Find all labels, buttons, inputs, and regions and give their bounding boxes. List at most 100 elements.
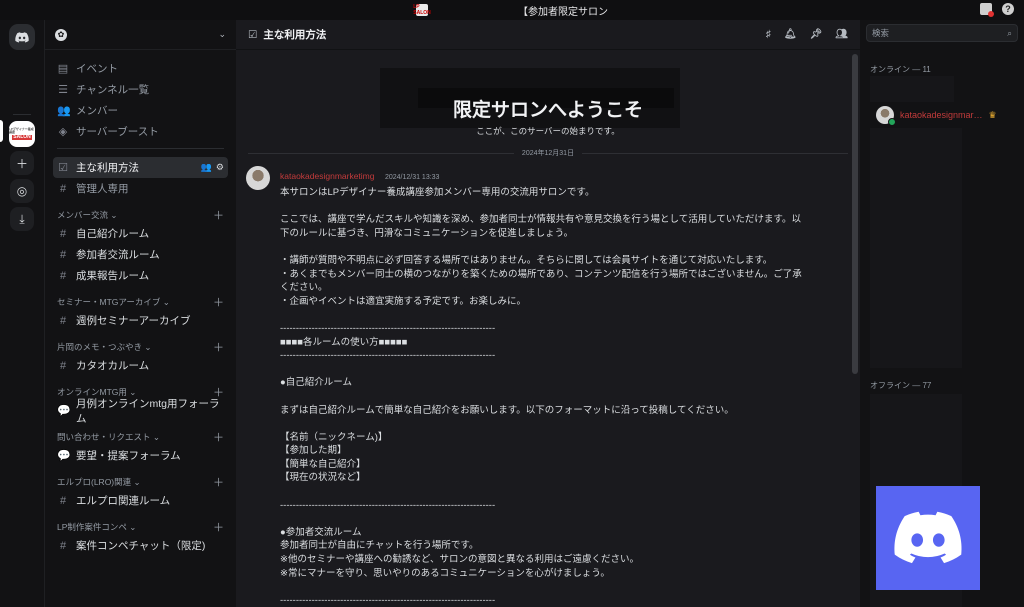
channel-item[interactable]: # 成果報告ルーム — [53, 265, 228, 286]
gear-icon[interactable]: ⚙ — [216, 162, 224, 173]
channel-label: 月例オンラインmtg用フォーラム — [76, 397, 220, 425]
channel-title: 主な利用方法 — [263, 29, 327, 41]
help-icon[interactable]: ? — [1002, 3, 1014, 15]
nav-icon: 👥 — [57, 105, 71, 117]
channel-item[interactable]: 💬 月例オンラインmtg用フォーラム — [53, 398, 228, 425]
message-line: ●参加者交流ルーム — [280, 526, 362, 538]
chevron-down-icon[interactable]: ⌄ — [218, 29, 226, 40]
search-placeholder: 検索 — [872, 28, 890, 38]
hash-icon: # — [59, 182, 67, 195]
crown-icon: ♛ — [988, 109, 997, 120]
message-line — [280, 485, 846, 499]
message-content: 本サロンはLPデザイナー養成講座参加メンバー専用の交流用サロンです。ここでは、講… — [280, 186, 846, 607]
channel-item[interactable]: # 週例セミナーアーカイブ — [53, 310, 228, 331]
channel-item[interactable]: 💬 要望・提案フォーラム — [53, 445, 228, 466]
channel-item[interactable]: # エルプロ関連ルーム — [53, 490, 228, 511]
server-icon-salon[interactable]: LPデザイナー養成講座 SALON — [9, 121, 35, 147]
add-channel-icon[interactable]: ＋ — [213, 429, 224, 445]
message-line: ----------------------------------------… — [280, 499, 496, 511]
message-line: ここでは、講座で学んだスキルや知識を深め、参加者同士が情報共有や意見交換を行う場… — [280, 214, 801, 226]
nav-icon: ▤ — [57, 63, 69, 75]
server-badge-name: SALON — [12, 133, 32, 141]
message-line: ・講師が質問や不明点に必ず回答する場所ではありません。そちらに関しては会員サイト… — [280, 254, 773, 266]
channel-label: 要望・提案フォーラム — [76, 450, 181, 462]
hash-icon: # — [59, 314, 67, 327]
channel-sidebar: ✿ ⌄ ▤ イベント ☰ チャンネル一覧 👥 メンバー ◈ サーバーブースト ☑ 主な利用方法… — [44, 20, 236, 607]
channel-item[interactable]: # カタオカルーム — [53, 355, 228, 376]
channel-main-usage[interactable]: ☑ 主な利用方法 👥 ⚙ — [53, 157, 228, 178]
message-line — [280, 580, 846, 594]
offline-header: オフライン — 77 — [870, 381, 932, 390]
discord-home-icon[interactable] — [9, 24, 35, 50]
channel-label: エルプロ関連ルーム — [76, 495, 171, 507]
server-header[interactable]: ✿ ⌄ — [45, 20, 236, 50]
add-channel-icon[interactable]: ＋ — [213, 294, 224, 310]
channel-category[interactable]: エルプロ(LRO)関連 ⌄ ＋ — [53, 474, 228, 490]
message-line: 【現在の状況など】 — [280, 472, 366, 484]
nav-item[interactable]: ▤ イベント — [53, 58, 228, 79]
message-line: ※常にマナーを守り、思いやりのあるコミュニケーションを心がけましょう。 — [280, 567, 610, 579]
member-name: kataokadesignmar… — [900, 110, 983, 120]
channel-label: 自己紹介ルーム — [76, 228, 150, 240]
message-line: 下のルールに基づき、円滑なコミュニケーションを促進しましょう。 — [280, 227, 574, 239]
message-author[interactable]: kataokadesignmarketimg — [280, 171, 375, 181]
member-row[interactable]: kataokadesignmar… ♛ — [876, 106, 997, 126]
hash-icon: # — [59, 269, 67, 282]
message-line: ----------------------------------------… — [280, 350, 496, 362]
add-channel-icon[interactable]: ＋ — [213, 519, 224, 535]
message-line: 本サロンはLPデザイナー養成講座参加メンバー専用の交流用サロンです。 — [280, 187, 595, 198]
nav-item[interactable]: ☰ チャンネル一覧 — [53, 79, 228, 100]
add-channel-icon[interactable]: ＋ — [213, 207, 224, 223]
channel-label: 成果報告ルーム — [76, 270, 150, 282]
channel-label: 案件コンペチャット（限定) — [76, 540, 206, 552]
message: kataokadesignmarketimg 2024/12/31 13:33 … — [246, 166, 846, 607]
server-header-icon: ✿ — [55, 28, 67, 41]
channel-item[interactable]: # 参加者交流ルーム — [53, 244, 228, 265]
message-line: 【簡単な自己紹介】 — [280, 458, 366, 470]
add-channel-icon[interactable]: ＋ — [213, 339, 224, 355]
channel-category[interactable]: セミナー・MTGアーカイブ ⌄ ＋ — [53, 294, 228, 310]
members-icon[interactable]: 👥︎ — [835, 29, 848, 40]
add-server-icon[interactable]: ＋ — [10, 151, 34, 175]
threads-icon[interactable]: ♯ — [766, 29, 771, 40]
nav-item[interactable]: ◈ サーバーブースト — [53, 121, 228, 142]
category-label: エルプロ(LRO)関連 ⌄ — [57, 477, 141, 487]
download-icon[interactable]: ⤓ — [10, 207, 34, 231]
category-label: メンバー交流 ⌄ — [57, 210, 118, 220]
message-line: ----------------------------------------… — [280, 594, 496, 606]
window-titlebar: LP SALON 【参加者限定サロン ? — [0, 0, 1024, 20]
inbox-icon[interactable] — [980, 3, 994, 17]
bell-icon[interactable]: 🔔︎ — [784, 29, 797, 40]
nav-label: イベント — [76, 63, 118, 75]
online-header: オンライン — 11 — [870, 65, 931, 74]
message-line — [280, 390, 846, 404]
avatar[interactable] — [246, 166, 270, 190]
search-icon: ⌕ — [1007, 27, 1012, 38]
add-channel-icon[interactable]: ＋ — [213, 474, 224, 490]
nav-label: メンバー — [76, 105, 118, 117]
search-input[interactable]: 検索 ⌕ — [866, 24, 1018, 42]
message-line — [280, 200, 846, 214]
message-line: ください。 — [280, 282, 328, 294]
window-title: 【参加者限定サロン — [518, 6, 608, 18]
hash-icon: # — [59, 359, 67, 372]
add-member-icon[interactable]: 👥 — [201, 162, 212, 173]
message-line: まずは自己紹介ルームで簡単な自己紹介をお願いします。以下のフォーマットに沿って投… — [280, 404, 734, 416]
checklist-icon: ☑ — [248, 28, 258, 41]
category-label: LP制作案件コンペ ⌄ — [57, 522, 137, 532]
channel-category[interactable]: 問い合わせ・リクエスト ⌄ ＋ — [53, 429, 228, 445]
channel-category[interactable]: メンバー交流 ⌄ ＋ — [53, 207, 228, 223]
avatar — [876, 106, 896, 126]
nav-icon: ◈ — [58, 126, 68, 138]
nav-icon: ☰ — [58, 84, 68, 96]
channel-label: 参加者交流ルーム — [76, 249, 160, 261]
explore-icon[interactable]: ◎ — [10, 179, 34, 203]
channel-item[interactable]: # 自己紹介ルーム — [53, 223, 228, 244]
nav-item[interactable]: 👥 メンバー — [53, 100, 228, 121]
channel-category[interactable]: 片岡のメモ・つぶやき ⌄ ＋ — [53, 339, 228, 355]
channel-item[interactable]: # 案件コンペチャット（限定) — [53, 535, 228, 556]
hash-icon: # — [59, 539, 67, 552]
channel-admin-only[interactable]: # 管理人専用 — [53, 178, 228, 199]
pin-icon[interactable]: 📌︎ — [810, 29, 823, 40]
channel-category[interactable]: LP制作案件コンペ ⌄ ＋ — [53, 519, 228, 535]
